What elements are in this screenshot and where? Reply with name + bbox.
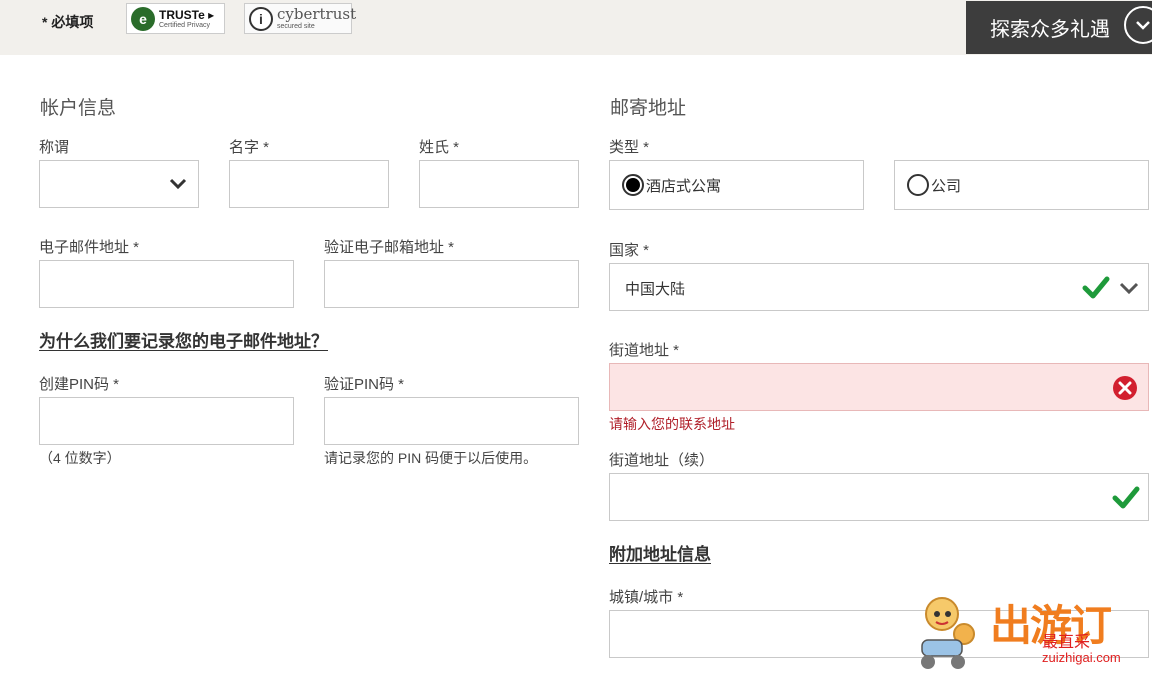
type-option-label: 公司: [931, 177, 962, 195]
chevron-down-icon: [169, 178, 187, 190]
first-name-input[interactable]: [229, 160, 389, 208]
cybertrust-badge[interactable]: i cybertrust secured site: [244, 3, 356, 34]
explore-offers-label: 探索众多礼遇: [990, 19, 1110, 41]
chevron-down-icon: [1124, 6, 1152, 44]
street-label: 街道地址 *: [609, 342, 680, 359]
truste-title: TRUSTe ▸: [159, 7, 215, 22]
account-section-title: 帐户信息: [40, 98, 117, 119]
type-option-apartment[interactable]: 酒店式公寓: [609, 160, 864, 210]
type-option-company[interactable]: 公司: [894, 160, 1149, 210]
chevron-down-icon: [1119, 282, 1139, 295]
truste-badge[interactable]: e TRUSTe ▸ Certified Privacy: [126, 3, 225, 34]
salutation-select[interactable]: [39, 160, 199, 208]
street2-input[interactable]: [609, 473, 1149, 521]
required-note: * 必填项: [42, 14, 94, 30]
verify-pin-hint: 请记录您的 PIN 码便于以后使用。: [324, 450, 538, 466]
verify-pin-label: 验证PIN码 *: [324, 376, 405, 393]
watermark: 出游订 最直采 zuizhigai.com: [912, 592, 1152, 673]
top-bar: * 必填项 e TRUSTe ▸ Certified Privacy i cyb…: [0, 0, 1152, 55]
street-error-message: 请输入您的联系地址: [609, 416, 735, 432]
explore-offers-button[interactable]: 探索众多礼遇: [966, 1, 1152, 54]
mascot-icon: [921, 597, 975, 669]
country-select[interactable]: 中国大陆: [609, 263, 1149, 311]
radio-unselected-icon[interactable]: [907, 174, 929, 196]
last-name-label: 姓氏 *: [419, 139, 460, 156]
cybertrust-logo-icon: i: [249, 6, 273, 31]
country-label: 国家 *: [609, 242, 650, 259]
pin-hint: （4 位数字）: [39, 450, 121, 466]
last-name-input[interactable]: [419, 160, 579, 208]
radio-selected-icon[interactable]: [622, 174, 644, 196]
email-input[interactable]: [39, 260, 294, 308]
truste-logo-icon: e: [131, 6, 155, 31]
cybertrust-sub: secured site: [277, 23, 315, 30]
street2-label: 街道地址（续）: [609, 452, 715, 469]
cybertrust-title: cybertrust: [277, 5, 357, 23]
watermark-slogan: 最直采: [1042, 634, 1091, 651]
city-label: 城镇/城市 *: [609, 589, 684, 606]
street-input[interactable]: [609, 363, 1149, 411]
pin-input[interactable]: [39, 397, 294, 445]
check-icon: [1082, 276, 1110, 299]
type-option-label: 酒店式公寓: [646, 177, 722, 195]
additional-address-link[interactable]: 附加地址信息: [609, 540, 711, 565]
truste-sub: Certified Privacy: [159, 21, 210, 29]
verify-email-label: 验证电子邮箱地址 *: [324, 239, 455, 256]
email-label: 电子邮件地址 *: [39, 239, 140, 256]
watermark-site: zuizhigai.com: [1042, 650, 1121, 665]
verify-pin-input[interactable]: [324, 397, 579, 445]
why-email-link[interactable]: 为什么我们要记录您的电子邮件地址？: [39, 327, 328, 352]
salutation-label: 称谓: [39, 139, 70, 156]
type-label: 类型 *: [609, 139, 650, 156]
error-icon: [1113, 376, 1137, 400]
verify-email-input[interactable]: [324, 260, 579, 308]
country-value: 中国大陆: [625, 281, 686, 298]
pin-label: 创建PIN码 *: [39, 376, 120, 393]
check-icon: [1112, 486, 1140, 509]
first-name-label: 名字 *: [229, 139, 270, 156]
mailing-section-title: 邮寄地址: [610, 98, 687, 119]
